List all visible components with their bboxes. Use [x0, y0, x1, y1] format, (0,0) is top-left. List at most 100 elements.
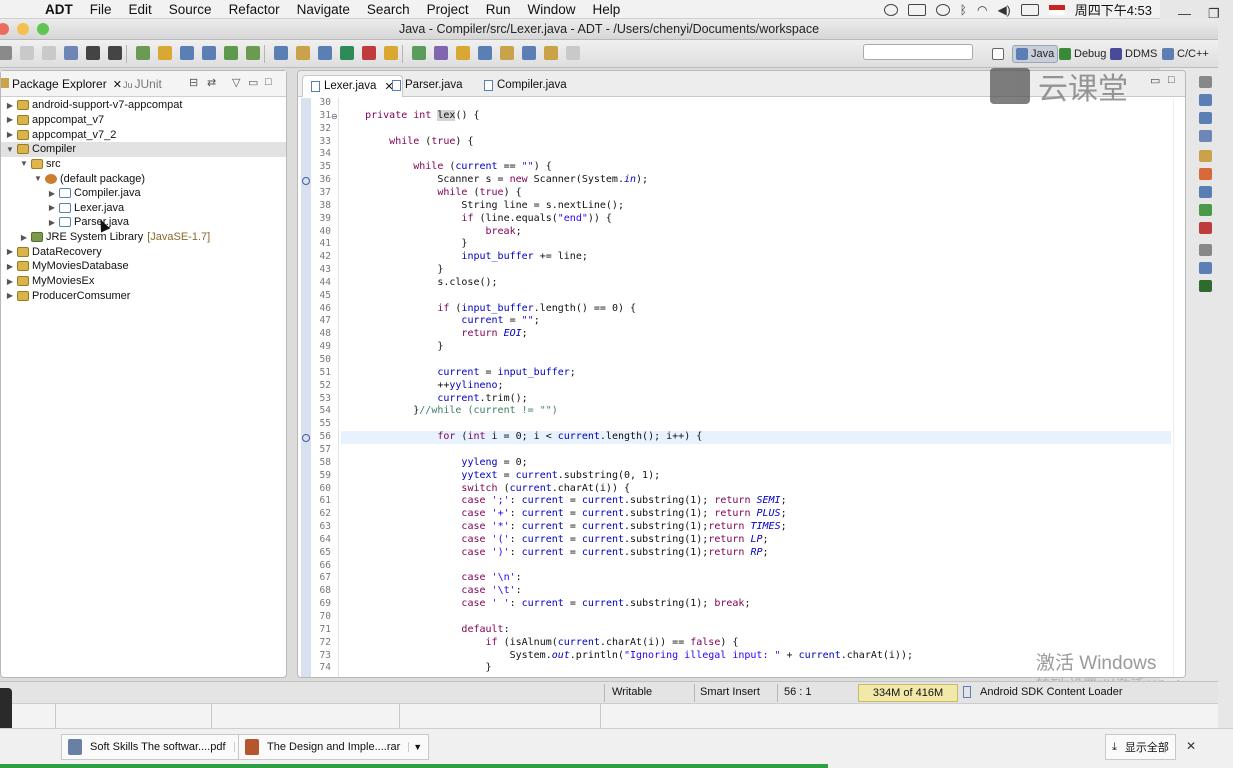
- expand-toggle-icon[interactable]: ▶: [5, 262, 15, 271]
- save-all-icon[interactable]: [42, 46, 56, 60]
- code-line[interactable]: Scanner s = new Scanner(System.in);: [341, 174, 1171, 187]
- import-icon[interactable]: [86, 46, 100, 60]
- code-line[interactable]: s.close();: [341, 277, 1171, 290]
- menubar-clock[interactable]: 周四下午4:53: [1075, 0, 1152, 19]
- export-icon[interactable]: [108, 46, 122, 60]
- tree-item[interactable]: ▶ appcompat_v7_2: [1, 127, 286, 142]
- tree-item[interactable]: ▶ JRE System Library [JavaSE-1.7]: [1, 230, 286, 245]
- code-line[interactable]: case '(': current = current.substring(1)…: [341, 534, 1171, 547]
- code-line[interactable]: }: [341, 238, 1171, 251]
- show-all-downloads-button[interactable]: ⤓ 显示全部: [1105, 734, 1176, 760]
- code-line[interactable]: case '*': current = current.substring(1)…: [341, 521, 1171, 534]
- menu-file[interactable]: File: [90, 2, 112, 17]
- minimize-view-icon[interactable]: ▭: [248, 76, 258, 89]
- minimize-editor-icon[interactable]: ▭: [1150, 74, 1160, 87]
- back-icon[interactable]: [544, 46, 558, 60]
- chevron-down-icon[interactable]: ▼: [408, 742, 422, 752]
- tab-package-explorer[interactable]: Package Explorer ✕: [1, 77, 122, 91]
- error-log-icon[interactable]: [1199, 222, 1212, 234]
- heap-status[interactable]: 334M of 416M: [858, 684, 958, 702]
- code-line[interactable]: if (line.equals("end")) {: [341, 213, 1171, 226]
- code-line[interactable]: input_buffer += line;: [341, 251, 1171, 264]
- code-line[interactable]: }: [341, 341, 1171, 354]
- tab-junit[interactable]: Ju JUnit: [123, 77, 162, 91]
- code-line[interactable]: return EOI;: [341, 328, 1171, 341]
- expand-toggle-icon[interactable]: ▼: [33, 174, 43, 183]
- code-line[interactable]: case '+': current = current.substring(1)…: [341, 508, 1171, 521]
- record-icon[interactable]: [883, 3, 898, 16]
- view-menu-icon[interactable]: ▽: [232, 76, 240, 89]
- new-java-icon[interactable]: [246, 46, 260, 60]
- declaration-icon[interactable]: [1199, 130, 1212, 142]
- code-line[interactable]: }//while (current != ""): [341, 405, 1171, 418]
- link-with-editor-icon[interactable]: ⇄: [207, 76, 216, 89]
- close-window-button[interactable]: [0, 23, 9, 35]
- menu-run[interactable]: Run: [486, 2, 511, 17]
- trash-heap-icon[interactable]: [963, 686, 971, 698]
- close-download-bar-icon[interactable]: ✕: [1186, 739, 1196, 753]
- menu-help[interactable]: Help: [592, 2, 620, 17]
- expand-toggle-icon[interactable]: ▶: [5, 130, 15, 139]
- new-android-icon[interactable]: [136, 46, 150, 60]
- skip-breakpoints-icon[interactable]: [318, 46, 332, 60]
- tree-item[interactable]: ▶ Lexer.java: [1, 201, 286, 216]
- code-line[interactable]: case '\t':: [341, 585, 1171, 598]
- menu-window[interactable]: Window: [527, 2, 575, 17]
- code-line[interactable]: [341, 418, 1171, 431]
- perspective-java[interactable]: Java: [1012, 45, 1059, 63]
- code-line[interactable]: case ')': current = current.substring(1)…: [341, 547, 1171, 560]
- code-line[interactable]: current.trim();: [341, 393, 1171, 406]
- code-line[interactable]: yytext = current.substring(0, 1);: [341, 470, 1171, 483]
- breakpoint-icon[interactable]: [296, 46, 310, 60]
- tree-item[interactable]: ▶ Compiler.java: [1, 186, 286, 201]
- time-machine-icon[interactable]: [935, 3, 950, 16]
- code-line[interactable]: case ';': current = current.substring(1)…: [341, 495, 1171, 508]
- perspective-debug[interactable]: Debug: [1059, 45, 1106, 63]
- download-item[interactable]: Soft Skills The softwar....pdf▼: [61, 734, 255, 760]
- tree-item[interactable]: ▶ MyMoviesDatabase: [1, 259, 286, 274]
- code-line[interactable]: while (current == "") {: [341, 161, 1171, 174]
- code-line[interactable]: [341, 123, 1171, 136]
- code-line[interactable]: for (int i = 0; i < current.length(); i+…: [341, 431, 1171, 444]
- expand-toggle-icon[interactable]: ▼: [19, 159, 29, 168]
- download-item[interactable]: The Design and Imple....rar ▼: [238, 734, 430, 760]
- code-line[interactable]: [341, 148, 1171, 161]
- menu-search[interactable]: Search: [367, 2, 410, 17]
- code-line[interactable]: [341, 290, 1171, 303]
- tree-item[interactable]: ▼ Compiler: [1, 141, 286, 157]
- code-line[interactable]: [341, 444, 1171, 457]
- devices-icon[interactable]: [1199, 280, 1212, 292]
- app-menu[interactable]: ADT: [45, 2, 73, 17]
- editor-tab-parser[interactable]: Parser.java: [384, 75, 471, 97]
- code-line[interactable]: [341, 560, 1171, 573]
- tree-item[interactable]: ▼ (default package): [1, 171, 286, 186]
- tree-item[interactable]: ▶ appcompat_v7: [1, 113, 286, 128]
- code-line[interactable]: break;: [341, 226, 1171, 239]
- tree-item[interactable]: ▶ DataRecovery: [1, 245, 286, 260]
- code-line[interactable]: case ' ': current = current.substring(1)…: [341, 598, 1171, 611]
- new-class-icon[interactable]: [412, 46, 426, 60]
- code-line[interactable]: ++yylineno;: [341, 380, 1171, 393]
- code-area[interactable]: 30 31 private int lex() {⊖ 32 33 while (tru…: [298, 97, 1185, 677]
- menu-edit[interactable]: Edit: [129, 2, 152, 17]
- tree-item[interactable]: ▶ ProducerComsumer: [1, 288, 286, 303]
- fold-toggle-icon[interactable]: ⊖: [331, 112, 338, 121]
- run-lint-icon[interactable]: [180, 46, 194, 60]
- expand-toggle-icon[interactable]: ▶: [5, 247, 15, 256]
- volume-icon[interactable]: ◀): [997, 3, 1010, 17]
- debug-on-icon[interactable]: [274, 46, 288, 60]
- wifi-icon[interactable]: ◠: [977, 3, 987, 17]
- maximize-editor-icon[interactable]: □: [1168, 74, 1175, 86]
- avd-manager-icon[interactable]: [224, 46, 238, 60]
- open-type-icon[interactable]: [456, 46, 470, 60]
- code-line[interactable]: current = input_buffer;: [341, 367, 1171, 380]
- battery-level-icon[interactable]: [1020, 3, 1039, 16]
- code-line[interactable]: while (true) {: [341, 136, 1171, 149]
- menu-navigate[interactable]: Navigate: [297, 2, 350, 17]
- tree-item[interactable]: ▶ Parser.java: [1, 215, 286, 230]
- editor-tab-compiler[interactable]: Compiler.java: [476, 75, 575, 97]
- menu-source[interactable]: Source: [169, 2, 212, 17]
- expand-toggle-icon[interactable]: ▶: [47, 203, 57, 212]
- external-tools-icon[interactable]: [384, 46, 398, 60]
- input-flag-icon[interactable]: [1048, 4, 1065, 15]
